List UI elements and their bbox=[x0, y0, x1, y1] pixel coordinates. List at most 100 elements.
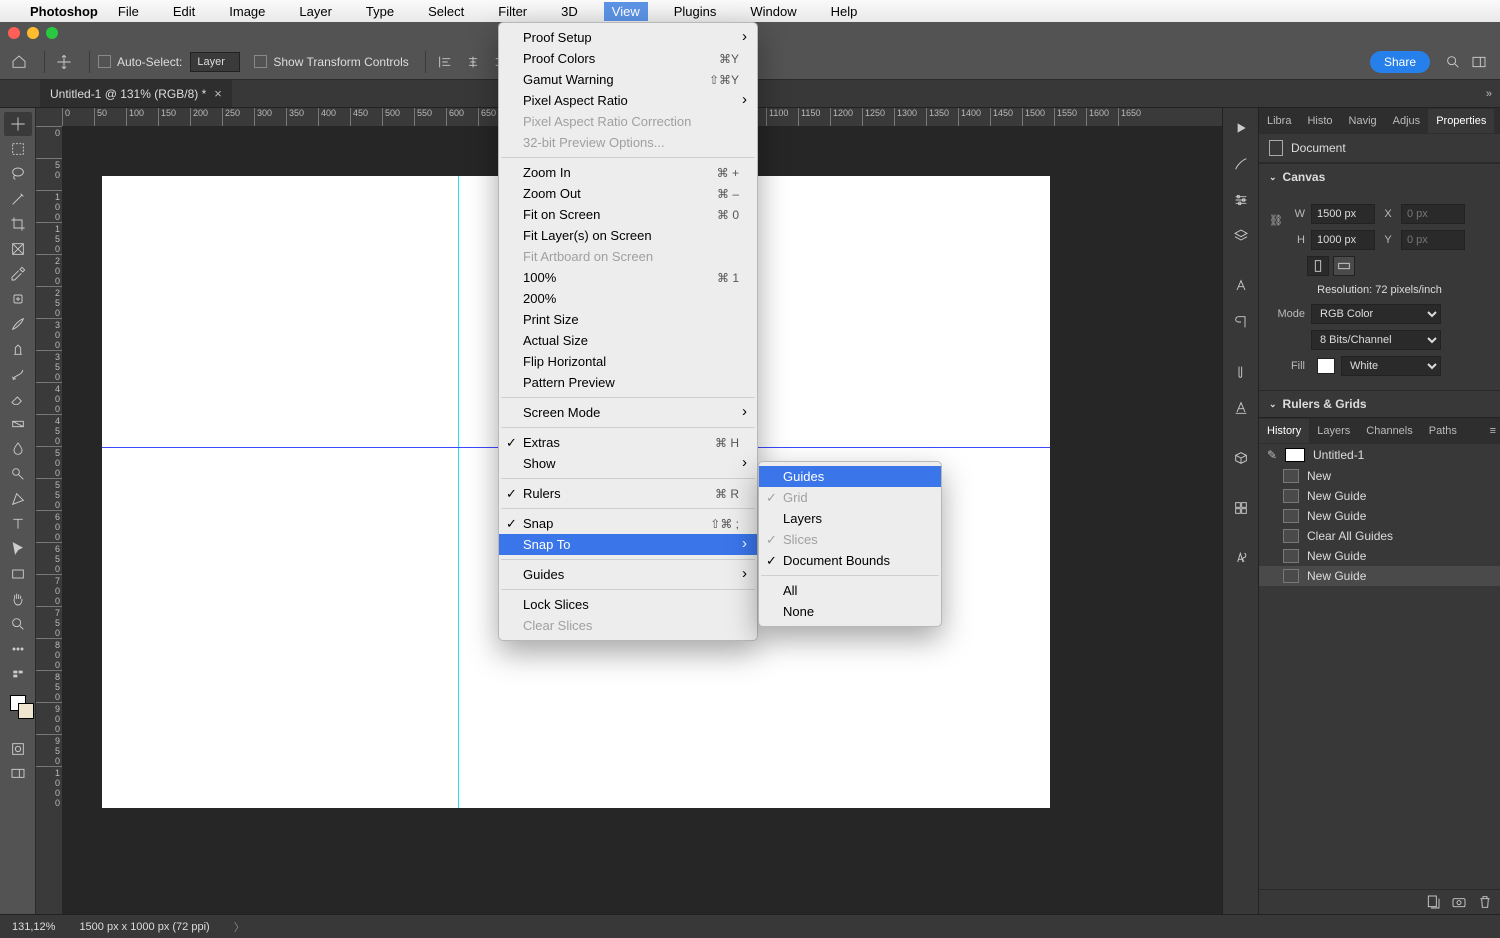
menu-file[interactable]: File bbox=[110, 2, 147, 21]
view-menu-gamut-warning[interactable]: Gamut Warning⇧⌘Y bbox=[499, 69, 757, 90]
paragraph-panel-icon[interactable] bbox=[1227, 308, 1255, 336]
background-color-swatch[interactable] bbox=[18, 703, 34, 719]
view-menu-snap[interactable]: ✓Snap⇧⌘ ; bbox=[499, 513, 757, 534]
minimize-window-button[interactable] bbox=[27, 27, 39, 39]
3d-panel-icon[interactable] bbox=[1227, 444, 1255, 472]
history-item[interactable]: New Guide bbox=[1259, 506, 1500, 526]
view-menu-print-size[interactable]: Print Size bbox=[499, 309, 757, 330]
menu-plugins[interactable]: Plugins bbox=[666, 2, 725, 21]
align-center-h-icon[interactable] bbox=[462, 51, 484, 73]
view-menu-flip-horizontal[interactable]: Flip Horizontal bbox=[499, 351, 757, 372]
view-menu-screen-mode[interactable]: Screen Mode bbox=[499, 402, 757, 423]
view-menu-extras[interactable]: ✓Extras⌘ H bbox=[499, 432, 757, 453]
eraser-tool[interactable] bbox=[4, 387, 32, 411]
menu-view[interactable]: View bbox=[604, 2, 648, 21]
view-menu-zoom-out[interactable]: Zoom Out⌘ – bbox=[499, 183, 757, 204]
share-button[interactable]: Share bbox=[1370, 51, 1430, 73]
zoom-level[interactable]: 131,12% bbox=[12, 921, 55, 933]
snap-to-layers[interactable]: Layers bbox=[759, 508, 941, 529]
view-menu-show[interactable]: Show bbox=[499, 453, 757, 474]
menu-edit[interactable]: Edit bbox=[165, 2, 203, 21]
pen-tool[interactable] bbox=[4, 487, 32, 511]
history-doc-thumb[interactable] bbox=[1285, 448, 1305, 462]
menu-help[interactable]: Help bbox=[823, 2, 866, 21]
history-item[interactable]: New Guide bbox=[1259, 486, 1500, 506]
blur-tool[interactable] bbox=[4, 437, 32, 461]
zoom-window-button[interactable] bbox=[46, 27, 58, 39]
panel-tab-adjus[interactable]: Adjus bbox=[1385, 109, 1429, 133]
marquee-tool[interactable] bbox=[4, 137, 32, 161]
history-item[interactable]: Clear All Guides bbox=[1259, 526, 1500, 546]
orientation-landscape-button[interactable] bbox=[1333, 256, 1355, 276]
view-menu-proof-setup[interactable]: Proof Setup bbox=[499, 27, 757, 48]
panel-tab-navig[interactable]: Navig bbox=[1341, 109, 1385, 133]
edit-toolbar-icon[interactable] bbox=[4, 662, 32, 686]
menu-layer[interactable]: Layer bbox=[291, 2, 340, 21]
view-menu-pattern-preview[interactable]: Pattern Preview bbox=[499, 372, 757, 393]
history-item[interactable]: New bbox=[1259, 466, 1500, 486]
swatches-panel-icon[interactable] bbox=[1227, 494, 1255, 522]
view-menu-fit-on-screen[interactable]: Fit on Screen⌘ 0 bbox=[499, 204, 757, 225]
ruler-origin[interactable] bbox=[36, 108, 62, 126]
menu-select[interactable]: Select bbox=[420, 2, 472, 21]
menu-3d[interactable]: 3D bbox=[553, 2, 586, 21]
type-tool[interactable] bbox=[4, 512, 32, 536]
auto-select-dropdown[interactable]: Layer bbox=[190, 52, 240, 72]
frame-tool[interactable] bbox=[4, 237, 32, 261]
document-dims[interactable]: 1500 px x 1000 px (72 ppi) bbox=[79, 921, 209, 933]
view-menu-snap-to[interactable]: Snap To bbox=[499, 534, 757, 555]
glyphs-panel-icon2[interactable] bbox=[1227, 394, 1255, 422]
create-document-from-state-icon[interactable] bbox=[1424, 894, 1442, 910]
auto-select-checkbox[interactable] bbox=[98, 55, 111, 68]
clone-stamp-tool[interactable] bbox=[4, 337, 32, 361]
home-icon[interactable] bbox=[8, 51, 30, 73]
color-mode-dropdown[interactable]: RGB Color bbox=[1311, 304, 1441, 324]
brushes-icon[interactable] bbox=[1227, 150, 1255, 178]
panel-tab-properties[interactable]: Properties bbox=[1428, 109, 1494, 133]
snap-to-none[interactable]: None bbox=[759, 601, 941, 622]
history-brush-tool[interactable] bbox=[4, 362, 32, 386]
view-menu-fit-layer-s-on-screen[interactable]: Fit Layer(s) on Screen bbox=[499, 225, 757, 246]
healing-tool[interactable] bbox=[4, 287, 32, 311]
search-icon[interactable] bbox=[1440, 51, 1466, 73]
quick-mask-icon[interactable] bbox=[4, 737, 32, 761]
path-selection-tool[interactable] bbox=[4, 537, 32, 561]
panel-tab-channels[interactable]: Channels bbox=[1358, 419, 1420, 443]
canvas-width-field[interactable] bbox=[1311, 204, 1375, 224]
close-tab-icon[interactable]: × bbox=[214, 86, 222, 101]
panel-tab-paths[interactable]: Paths bbox=[1421, 419, 1465, 443]
glyphs-panel-icon1[interactable] bbox=[1227, 358, 1255, 386]
view-menu-zoom-in[interactable]: Zoom In⌘ + bbox=[499, 162, 757, 183]
ruler-vertical[interactable]: 0501001502002503003504004505005506006507… bbox=[36, 126, 62, 914]
fill-dropdown[interactable]: White bbox=[1341, 356, 1441, 376]
magic-wand-tool[interactable] bbox=[4, 187, 32, 211]
snap-to-guides[interactable]: Guides bbox=[759, 466, 941, 487]
document-tab[interactable]: Untitled-1 @ 131% (RGB/8) * × bbox=[40, 80, 232, 107]
menu-filter[interactable]: Filter bbox=[490, 2, 535, 21]
dodge-tool[interactable] bbox=[4, 462, 32, 486]
eyedropper-tool[interactable] bbox=[4, 262, 32, 286]
layers-panel-icon[interactable] bbox=[1227, 222, 1255, 250]
new-snapshot-icon[interactable] bbox=[1450, 894, 1468, 910]
move-tool[interactable] bbox=[4, 112, 32, 136]
zoom-tool[interactable] bbox=[4, 612, 32, 636]
brush-tool[interactable] bbox=[4, 312, 32, 336]
tab-expand-icon[interactable]: » bbox=[1486, 88, 1492, 100]
menu-type[interactable]: Type bbox=[358, 2, 402, 21]
view-menu-100-[interactable]: 100%⌘ 1 bbox=[499, 267, 757, 288]
play-icon[interactable] bbox=[1227, 114, 1255, 142]
show-transform-checkbox[interactable] bbox=[254, 55, 267, 68]
close-window-button[interactable] bbox=[8, 27, 20, 39]
fill-swatch[interactable] bbox=[1317, 358, 1335, 374]
snap-to-document-bounds[interactable]: ✓Document Bounds bbox=[759, 550, 941, 571]
adjust-icon[interactable] bbox=[1227, 186, 1255, 214]
panel-tab-history[interactable]: History bbox=[1259, 419, 1309, 443]
guide-vertical[interactable] bbox=[458, 176, 459, 808]
menu-image[interactable]: Image bbox=[221, 2, 273, 21]
panel-tab-libra[interactable]: Libra bbox=[1259, 109, 1299, 133]
menu-window[interactable]: Window bbox=[742, 2, 804, 21]
view-menu-lock-slices[interactable]: Lock Slices bbox=[499, 594, 757, 615]
panel-tab-layers[interactable]: Layers bbox=[1309, 419, 1358, 443]
screen-mode-icon[interactable] bbox=[4, 762, 32, 786]
view-menu-pixel-aspect-ratio[interactable]: Pixel Aspect Ratio bbox=[499, 90, 757, 111]
